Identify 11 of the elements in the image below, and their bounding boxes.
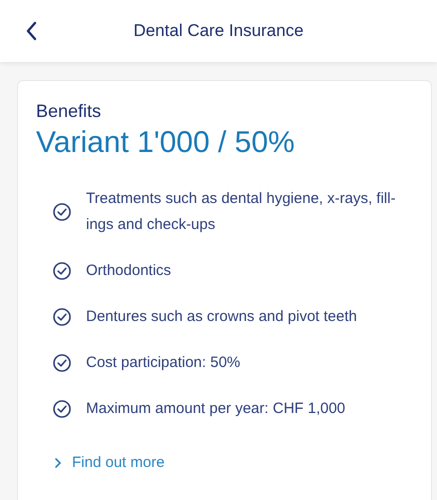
chevron-right-icon	[54, 456, 62, 468]
card-heading: Benefits	[36, 101, 102, 122]
find-out-more-link[interactable]: Find out more	[36, 454, 411, 471]
benefit-text: Treatments such as dental hygiene, x-rays, fill-ings and check-ups	[86, 189, 397, 235]
screen-title: Dental Care Insurance	[132, 21, 305, 41]
benefit-text: Dentures such as crowns and pivot teeth	[86, 307, 357, 327]
back-chevron-icon	[26, 21, 38, 41]
benefit-text: Maximum amount per year: CHF 1,000	[86, 399, 346, 419]
benefit-text: Cost participation: 50%	[86, 353, 240, 373]
benefit-text: Orthodontics	[86, 261, 172, 281]
variant-title: Variant 1'000 / 50%	[36, 126, 296, 160]
